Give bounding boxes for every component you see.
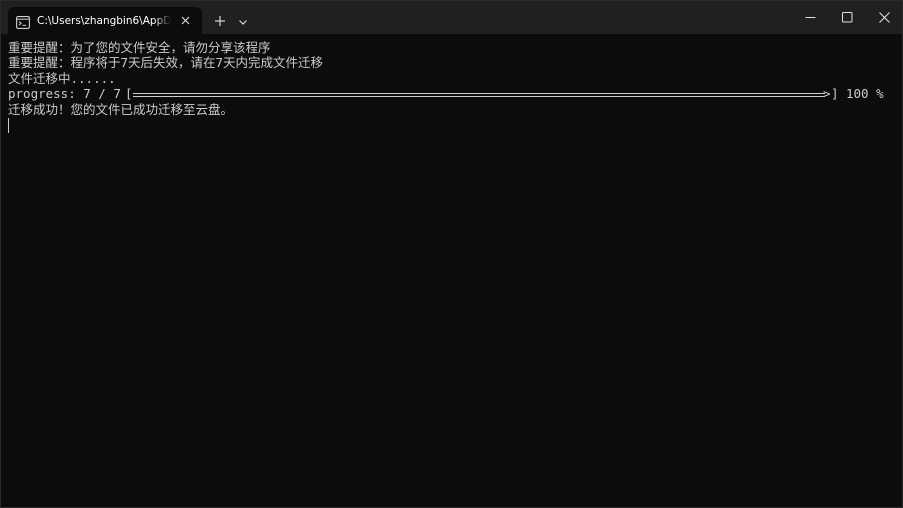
progress-label: progress: 7 / 7 — [8, 86, 121, 101]
progress-arrow: > — [823, 86, 831, 101]
close-window-button[interactable] — [866, 1, 903, 34]
plus-icon[interactable] — [212, 13, 228, 29]
maximize-button[interactable] — [829, 1, 866, 34]
tab-title: C:\Users\zhangbin6\AppData\Local\Temp — [37, 15, 171, 27]
minimize-button[interactable] — [792, 1, 829, 34]
output-line: 文件迁移中...... — [8, 71, 116, 86]
tab-terminal[interactable]: C:\Users\zhangbin6\AppData\Local\Temp — [8, 7, 202, 34]
terminal-icon — [16, 14, 30, 29]
terminal-window: C:\Users\zhangbin6\AppData\Local\Temp — [0, 0, 903, 508]
title-bar: C:\Users\zhangbin6\AppData\Local\Temp — [1, 1, 902, 34]
success-message: 迁移成功！您的文件已成功迁移至云盘。 — [8, 102, 234, 117]
minimize-icon — [805, 17, 816, 18]
terminal-output[interactable]: 重要提醒：为了您的文件安全，请勿分享该程序 重要提醒：程序将于7天后失效，请在7… — [1, 34, 902, 507]
output-line: 重要提醒：程序将于7天后失效，请在7天内完成文件迁移 — [8, 55, 324, 70]
progress-open-bracket: [ — [125, 86, 133, 101]
progress-close-bracket: ] — [831, 86, 839, 101]
close-icon[interactable] — [178, 13, 193, 28]
progress-line: progress: 7 / 7 [ > ] 100 % — [8, 86, 888, 102]
output-line: 重要提醒：为了您的文件安全，请勿分享该程序 — [8, 40, 271, 55]
close-icon — [879, 12, 890, 23]
maximize-icon — [842, 12, 853, 23]
progress-bar — [133, 93, 825, 97]
chevron-down-icon[interactable] — [236, 14, 250, 28]
progress-percent: 100 % — [846, 86, 884, 101]
text-cursor — [8, 118, 9, 133]
